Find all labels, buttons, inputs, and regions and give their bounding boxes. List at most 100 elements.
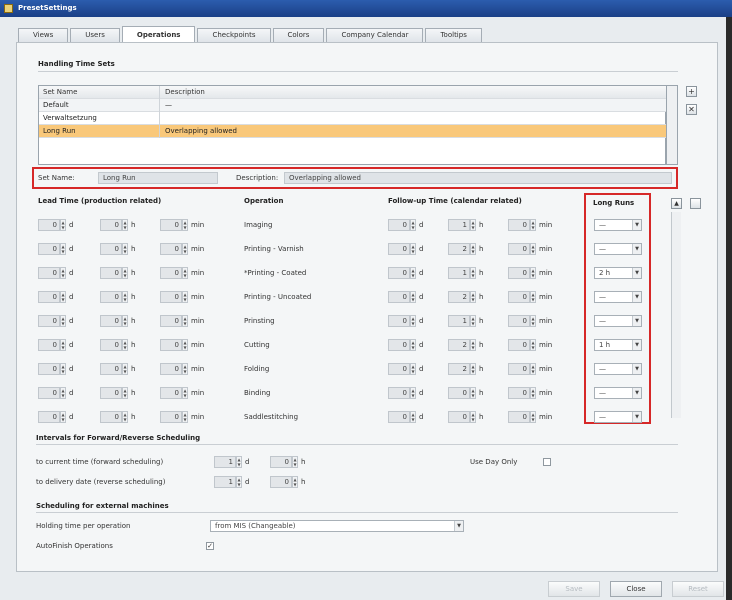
- stepper-value[interactable]: 0: [388, 315, 410, 327]
- stepper-arrows-icon[interactable]: ▲ ▼: [410, 315, 416, 327]
- stepper-value[interactable]: 2: [448, 243, 470, 255]
- stepper-arrows-icon[interactable]: ▲ ▼: [236, 456, 242, 468]
- stepper-arrows-icon[interactable]: ▲ ▼: [410, 219, 416, 231]
- chevron-down-icon[interactable]: ▼: [632, 244, 641, 254]
- stepper-value[interactable]: 0: [38, 291, 60, 303]
- stepper-value[interactable]: 0: [38, 267, 60, 279]
- tab-tooltips[interactable]: Tooltips: [425, 28, 482, 42]
- stepper-arrows-icon[interactable]: ▲ ▼: [122, 315, 128, 327]
- operations-scrollbar[interactable]: [671, 212, 681, 418]
- stepper-value[interactable]: 1: [448, 219, 470, 231]
- stepper-value[interactable]: 0: [508, 411, 530, 423]
- stepper-value[interactable]: 0: [160, 267, 182, 279]
- stepper-arrows-icon[interactable]: ▲ ▼: [410, 243, 416, 255]
- tab-company-calendar[interactable]: Company Calendar: [326, 28, 424, 42]
- chevron-down-icon[interactable]: ▼: [632, 364, 641, 374]
- stepper-value[interactable]: 0: [388, 219, 410, 231]
- tab-checkpoints[interactable]: Checkpoints: [197, 28, 271, 42]
- stepper-value[interactable]: 0: [508, 363, 530, 375]
- stepper-value[interactable]: 1: [448, 267, 470, 279]
- stepper-arrows-icon[interactable]: ▲ ▼: [60, 339, 66, 351]
- stepper-value[interactable]: 0: [100, 267, 122, 279]
- stepper-value[interactable]: 0: [160, 291, 182, 303]
- tab-operations[interactable]: Operations: [121, 26, 196, 42]
- stepper-arrows-icon[interactable]: ▲ ▼: [60, 387, 66, 399]
- stepper-arrows-icon[interactable]: ▲ ▼: [410, 411, 416, 423]
- stepper-value[interactable]: 0: [448, 387, 470, 399]
- stepper-arrows-icon[interactable]: ▲ ▼: [530, 339, 536, 351]
- stepper-value[interactable]: 0: [100, 363, 122, 375]
- stepper-value[interactable]: 0: [160, 411, 182, 423]
- save-button[interactable]: Save: [548, 581, 600, 597]
- stepper-value[interactable]: 0: [508, 315, 530, 327]
- column-options-button[interactable]: [690, 198, 701, 209]
- stepper-arrows-icon[interactable]: ▲ ▼: [122, 411, 128, 423]
- stepper-arrows-icon[interactable]: ▲ ▼: [236, 476, 242, 488]
- stepper-value[interactable]: 0: [508, 291, 530, 303]
- stepper-arrows-icon[interactable]: ▲ ▼: [410, 291, 416, 303]
- stepper-value[interactable]: 0: [448, 411, 470, 423]
- long-runs-select[interactable]: 2 h ▼: [594, 267, 642, 279]
- stepper-arrows-icon[interactable]: ▲ ▼: [292, 476, 298, 488]
- stepper-value[interactable]: 0: [38, 339, 60, 351]
- chevron-down-icon[interactable]: ▼: [632, 292, 641, 302]
- use-day-only-checkbox[interactable]: [543, 458, 551, 466]
- stepper-value[interactable]: 0: [508, 219, 530, 231]
- stepper-value[interactable]: 0: [160, 315, 182, 327]
- stepper-value[interactable]: 2: [448, 291, 470, 303]
- stepper-value[interactable]: 0: [100, 243, 122, 255]
- handling-scrollbar[interactable]: [666, 85, 678, 165]
- stepper-arrows-icon[interactable]: ▲ ▼: [410, 267, 416, 279]
- stepper-value[interactable]: 2: [448, 339, 470, 351]
- stepper-arrows-icon[interactable]: ▲ ▼: [122, 291, 128, 303]
- stepper-value[interactable]: 0: [100, 219, 122, 231]
- reverse-days-value[interactable]: 1: [214, 476, 236, 488]
- long-runs-select[interactable]: — ▼: [594, 219, 642, 231]
- tab-colors[interactable]: Colors: [272, 28, 325, 42]
- stepper-arrows-icon[interactable]: ▲ ▼: [470, 411, 476, 423]
- stepper-arrows-icon[interactable]: ▲ ▼: [182, 267, 188, 279]
- chevron-down-icon[interactable]: ▼: [454, 521, 463, 531]
- stepper-arrows-icon[interactable]: ▲ ▼: [122, 219, 128, 231]
- stepper-arrows-icon[interactable]: ▲ ▼: [530, 363, 536, 375]
- stepper-value[interactable]: 0: [38, 219, 60, 231]
- tab-users[interactable]: Users: [70, 28, 120, 42]
- stepper-value[interactable]: 0: [388, 411, 410, 423]
- stepper-arrows-icon[interactable]: ▲ ▼: [530, 387, 536, 399]
- stepper-arrows-icon[interactable]: ▲ ▼: [182, 219, 188, 231]
- stepper-arrows-icon[interactable]: ▲ ▼: [182, 291, 188, 303]
- stepper-arrows-icon[interactable]: ▲ ▼: [470, 267, 476, 279]
- stepper-value[interactable]: 0: [38, 387, 60, 399]
- chevron-down-icon[interactable]: ▼: [632, 220, 641, 230]
- forward-hours-value[interactable]: 0: [270, 456, 292, 468]
- col-set-name[interactable]: Set Name: [43, 86, 155, 99]
- stepper-value[interactable]: 0: [160, 363, 182, 375]
- stepper-value[interactable]: 0: [100, 339, 122, 351]
- stepper-arrows-icon[interactable]: ▲ ▼: [530, 219, 536, 231]
- stepper-arrows-icon[interactable]: ▲ ▼: [292, 456, 298, 468]
- stepper-arrows-icon[interactable]: ▲ ▼: [470, 219, 476, 231]
- stepper-arrows-icon[interactable]: ▲ ▼: [182, 411, 188, 423]
- stepper-value[interactable]: 0: [160, 219, 182, 231]
- close-button[interactable]: Close: [610, 581, 662, 597]
- stepper-value[interactable]: 0: [100, 315, 122, 327]
- stepper-arrows-icon[interactable]: ▲ ▼: [60, 411, 66, 423]
- stepper-value[interactable]: 1: [448, 315, 470, 327]
- col-description[interactable]: Description: [165, 86, 665, 99]
- stepper-arrows-icon[interactable]: ▲ ▼: [122, 339, 128, 351]
- chevron-down-icon[interactable]: ▼: [632, 388, 641, 398]
- reverse-hours-value[interactable]: 0: [270, 476, 292, 488]
- stepper-arrows-icon[interactable]: ▲ ▼: [470, 291, 476, 303]
- set-name-field[interactable]: Long Run: [98, 172, 218, 184]
- stepper-arrows-icon[interactable]: ▲ ▼: [60, 291, 66, 303]
- stepper-value[interactable]: 0: [100, 411, 122, 423]
- stepper-arrows-icon[interactable]: ▲ ▼: [530, 315, 536, 327]
- stepper-arrows-icon[interactable]: ▲ ▼: [122, 243, 128, 255]
- stepper-arrows-icon[interactable]: ▲ ▼: [470, 243, 476, 255]
- table-row[interactable]: Default —: [39, 99, 667, 112]
- scroll-up-icon[interactable]: ▲: [671, 198, 682, 209]
- stepper-arrows-icon[interactable]: ▲ ▼: [470, 315, 476, 327]
- stepper-value[interactable]: 0: [38, 411, 60, 423]
- tab-views[interactable]: Views: [18, 28, 69, 42]
- stepper-arrows-icon[interactable]: ▲ ▼: [410, 339, 416, 351]
